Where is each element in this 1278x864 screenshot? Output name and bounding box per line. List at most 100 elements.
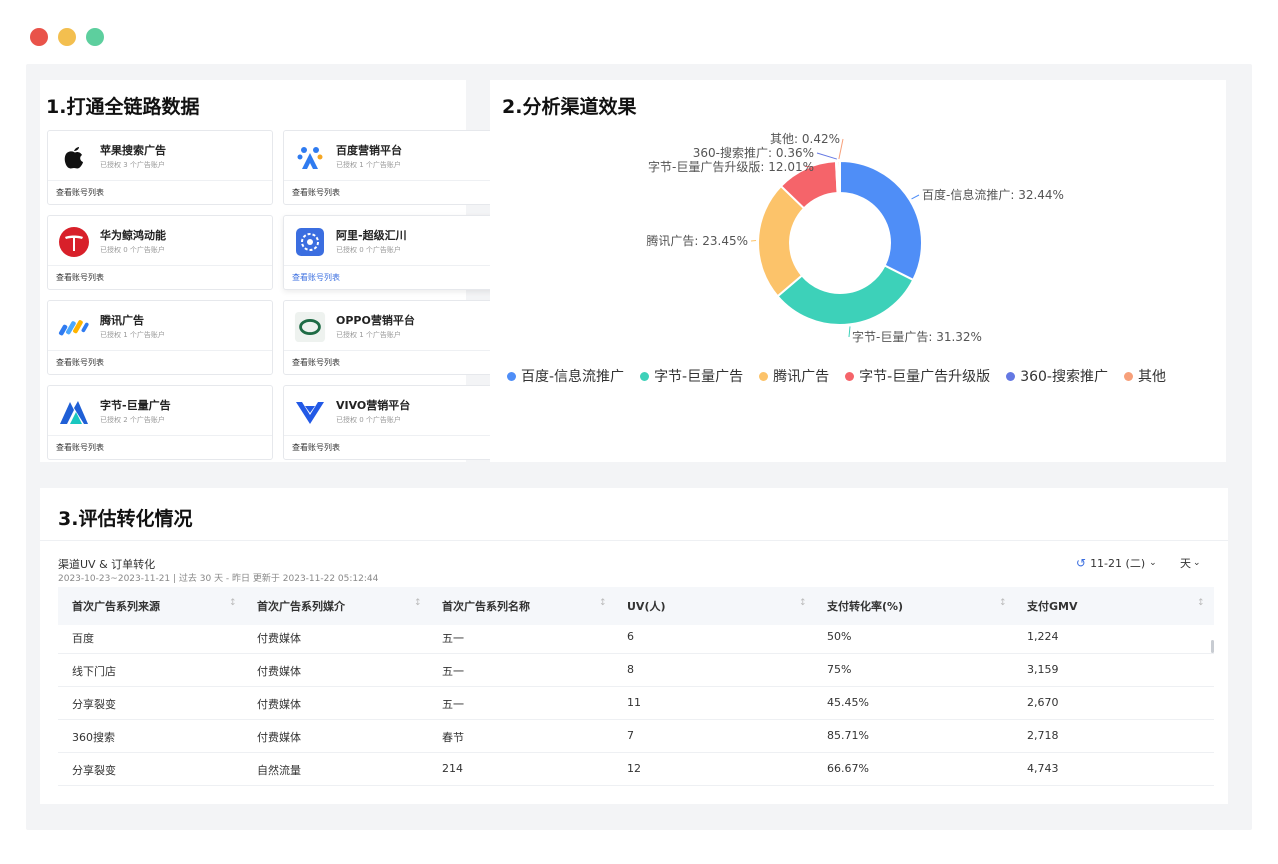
divider <box>284 180 508 181</box>
view-accounts-link[interactable]: 查看账号列表 <box>56 187 104 198</box>
channel-name: 华为鲸鸿动能 <box>100 229 166 242</box>
table-row[interactable]: 百度 付费媒体 五一 6 50% 1,224 <box>58 620 1214 654</box>
legend-label: 360-搜索推广 <box>1020 369 1108 385</box>
legend-item[interactable]: 360-搜索推广 <box>1006 366 1108 386</box>
legend-item[interactable]: 百度-信息流推广 <box>507 366 624 386</box>
column-header[interactable]: UV(人) <box>627 598 666 614</box>
table-cell: 五一 <box>442 665 464 678</box>
divider <box>48 180 272 181</box>
channel-card[interactable]: 字节-巨量广告 已授权 2 个广告账户 查看账号列表 <box>47 385 273 460</box>
channel-card[interactable]: 阿里-超级汇川 已授权 0 个广告账户 查看账号列表 <box>283 215 509 290</box>
divider <box>48 435 272 436</box>
report-meta: 2023-10-23~2023-11-21 | 过去 30 天 - 昨日 更新于… <box>58 574 379 584</box>
channel-name: VIVO营销平台 <box>336 399 411 412</box>
slice-label: 字节-巨量广告升级版: 12.01% <box>648 159 814 174</box>
legend-swatch <box>1006 371 1016 381</box>
table-cell: 线下门店 <box>72 665 116 678</box>
legend-label: 字节-巨量广告升级版 <box>859 369 991 385</box>
column-header[interactable]: 支付转化率(%) <box>827 598 903 614</box>
legend-label: 其他 <box>1137 369 1166 385</box>
column-header[interactable]: 首次广告系列媒介 <box>257 598 345 614</box>
legend-swatch <box>640 371 650 381</box>
channel-donut-chart: 百度-信息流推广: 32.44% 字节-巨量广告: 31.32% 腾讯广告: 23.… <box>646 132 1064 344</box>
legend-item[interactable]: 字节-巨量广告升级版 <box>845 366 990 386</box>
label-leader-line <box>911 194 920 200</box>
label-leader-line <box>816 152 837 160</box>
calendar-icon: ↺ <box>1076 556 1087 570</box>
section1-title: 1.打通全链路数据 <box>46 96 200 118</box>
column-header[interactable]: 支付GMV <box>1027 598 1078 614</box>
channel-name: 腾讯广告 <box>100 314 144 327</box>
minimize-window-dot[interactable] <box>58 28 76 46</box>
table-cell: 自然流量 <box>257 764 301 777</box>
date-picker[interactable]: ↺ 11-21 (二) ⌄ <box>1076 555 1157 571</box>
oppo-icon <box>294 311 326 343</box>
table-cell: 付费媒体 <box>257 632 301 645</box>
bytedance-icon <box>58 396 90 428</box>
close-window-dot[interactable] <box>30 28 48 46</box>
section3-title: 3.评估转化情况 <box>58 508 193 530</box>
channel-card[interactable]: OPPO营销平台 已授权 1 个广告账户 查看账号列表 <box>283 300 509 375</box>
view-accounts-link[interactable]: 查看账号列表 <box>292 187 340 198</box>
view-accounts-link[interactable]: 查看账号列表 <box>56 272 104 283</box>
legend-item[interactable]: 其他 <box>1123 366 1166 386</box>
table-cell: 1,224 <box>1027 630 1059 643</box>
view-accounts-link[interactable]: 查看账号列表 <box>56 442 104 453</box>
tencent-icon <box>58 311 90 343</box>
sort-icon[interactable]: ↕ <box>229 598 237 608</box>
maximize-window-dot[interactable] <box>86 28 104 46</box>
section3-divider <box>40 540 1228 541</box>
table-cell: 分享裂变 <box>72 764 116 777</box>
granularity-select[interactable]: 天 ⌄ <box>1180 555 1201 571</box>
view-accounts-link[interactable]: 查看账号列表 <box>292 357 340 368</box>
channel-name: 阿里-超级汇川 <box>336 229 407 242</box>
channel-auth-count: 已授权 1 个广告账户 <box>336 331 401 339</box>
table-cell: 360搜索 <box>72 731 115 744</box>
legend-item[interactable]: 腾讯广告 <box>759 366 829 386</box>
sort-icon[interactable]: ↕ <box>414 598 422 608</box>
divider <box>284 350 508 351</box>
legend-item[interactable]: 字节-巨量广告 <box>640 366 743 386</box>
table-cell: 45.45% <box>827 696 869 709</box>
channel-auth-count: 已授权 3 个广告账户 <box>100 161 165 169</box>
date-picker-value: 11-21 (二) <box>1090 557 1146 570</box>
table-cell: 3,159 <box>1027 663 1059 676</box>
table-cell: 214 <box>442 762 463 775</box>
channel-name: 字节-巨量广告 <box>100 399 171 412</box>
column-header[interactable]: 首次广告系列来源 <box>72 598 160 614</box>
channel-card[interactable]: VIVO营销平台 已授权 0 个广告账户 查看账号列表 <box>283 385 509 460</box>
table-cell: 付费媒体 <box>257 731 301 744</box>
table-row[interactable]: 线下门店 付费媒体 五一 8 75% 3,159 <box>58 653 1214 687</box>
channel-name: 百度营销平台 <box>336 144 402 157</box>
channel-card[interactable]: 苹果搜索广告 已授权 3 个广告账户 查看账号列表 <box>47 130 273 205</box>
view-accounts-link[interactable]: 查看账号列表 <box>292 442 340 453</box>
table-row[interactable]: 分享裂变 自然流量 214 12 66.67% 4,743 <box>58 752 1214 786</box>
donut-slice[interactable] <box>839 159 923 282</box>
table-cell: 85.71% <box>827 729 869 742</box>
legend-label: 百度-信息流推广 <box>521 369 625 385</box>
channel-card[interactable]: 百度营销平台已授权 1 个广告账户查看账号列表 <box>283 130 509 205</box>
table-cell: 4,743 <box>1027 762 1059 775</box>
ali-icon <box>294 226 326 258</box>
channel-card[interactable]: 腾讯广告 已授权 1 个广告账户 查看账号列表 <box>47 300 273 375</box>
sort-icon[interactable]: ↕ <box>599 598 607 608</box>
divider <box>48 350 272 351</box>
column-header[interactable]: 首次广告系列名称 <box>442 598 530 614</box>
sort-icon[interactable]: ↕ <box>999 598 1007 608</box>
table-row[interactable]: 分享裂变 付费媒体 五一 11 45.45% 2,670 <box>58 686 1214 720</box>
divider <box>284 435 508 436</box>
table-cell: 百度 <box>72 632 94 645</box>
table-cell: 8 <box>627 663 634 676</box>
view-accounts-link[interactable]: 查看账号列表 <box>292 272 340 283</box>
sort-icon[interactable]: ↕ <box>1197 598 1205 608</box>
table-row[interactable]: 360搜索 付费媒体 春节 7 85.71% 2,718 <box>58 719 1214 753</box>
sort-icon[interactable]: ↕ <box>799 598 807 608</box>
chevron-down-icon: ⌄ <box>1193 558 1201 568</box>
view-accounts-link[interactable]: 查看账号列表 <box>56 357 104 368</box>
channel-card[interactable]: 华为鲸鸿动能 已授权 0 个广告账户 查看账号列表 <box>47 215 273 290</box>
table-cell: 付费媒体 <box>257 698 301 711</box>
donut-slice[interactable] <box>836 159 841 195</box>
section2-title: 2.分析渠道效果 <box>502 96 637 118</box>
channel-auth-count: 已授权 1 个广告账户 <box>336 161 401 169</box>
table-scrollbar[interactable] <box>1211 640 1214 653</box>
